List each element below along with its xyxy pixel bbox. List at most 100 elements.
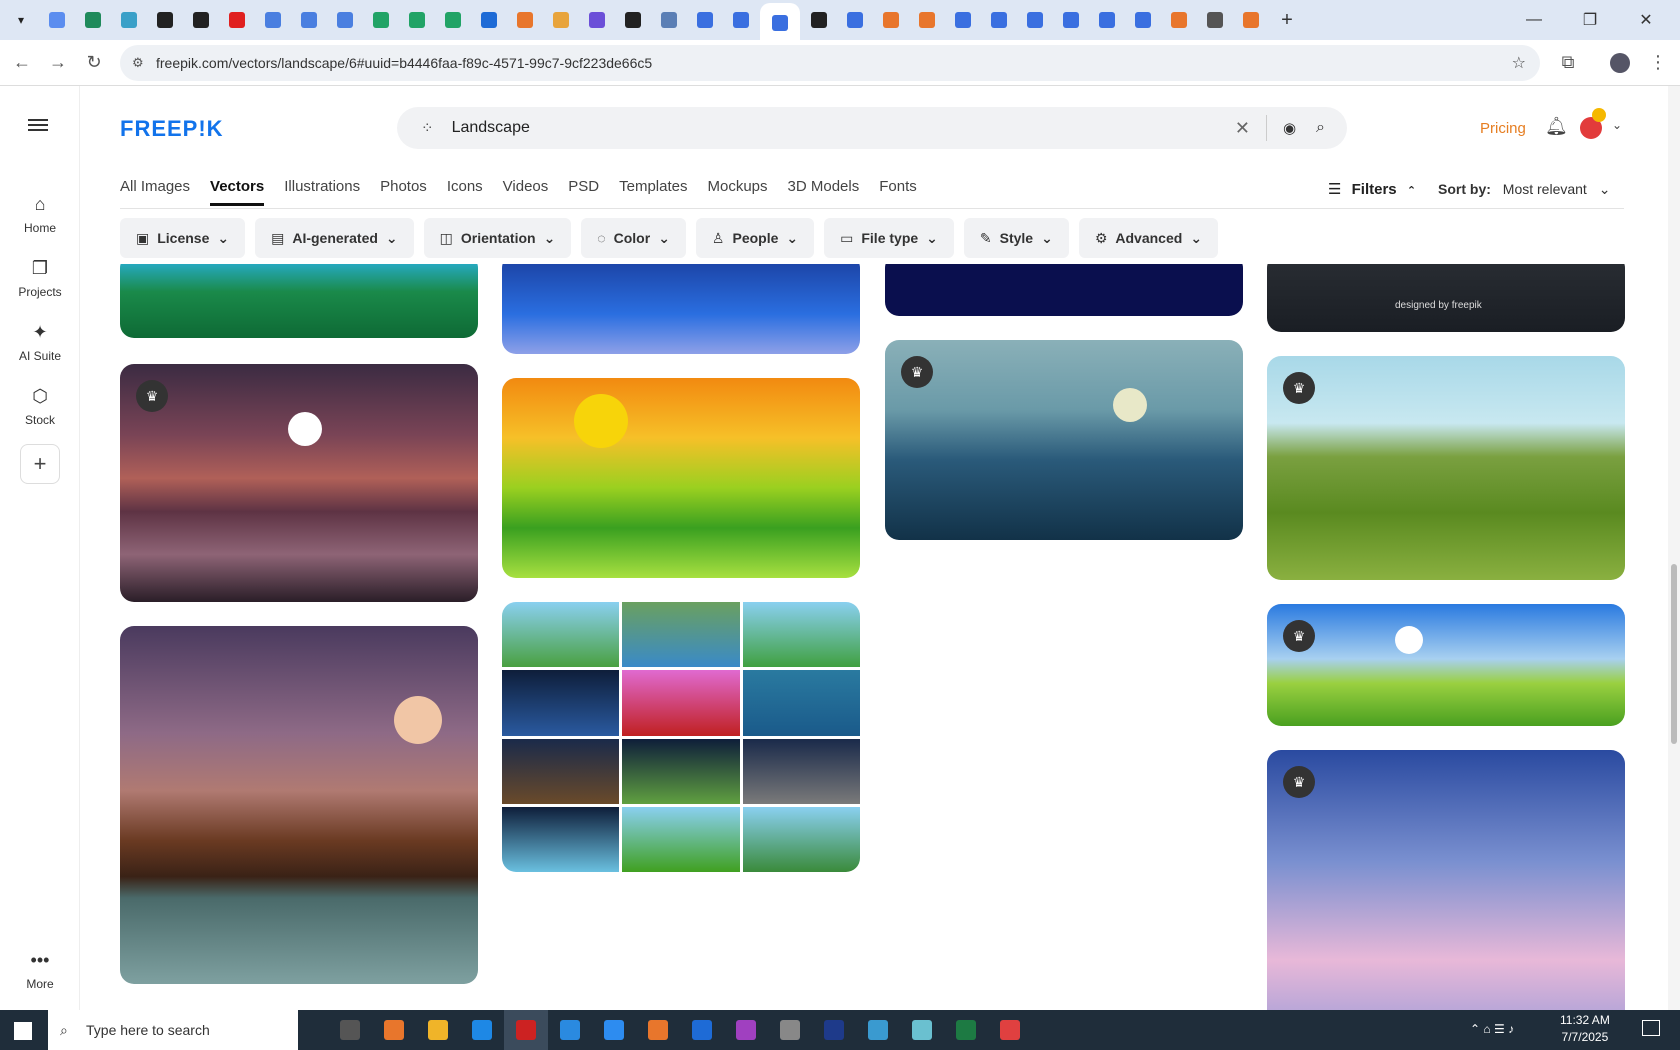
pricing-link[interactable]: Pricing — [1480, 120, 1526, 137]
browser-tab[interactable] — [436, 3, 470, 37]
taskbar-app-icon[interactable] — [680, 1010, 724, 1050]
browser-tab[interactable] — [544, 3, 578, 37]
image-card-meadow[interactable]: ♛ — [1267, 604, 1625, 726]
search-icon[interactable]: ⌕ — [1316, 119, 1325, 137]
sidebar-item-stock[interactable]: ⬡ Stock — [0, 386, 80, 427]
image-card-sunset-lake[interactable]: ♛ — [120, 364, 478, 602]
taskbar-app-icon[interactable] — [548, 1010, 592, 1050]
filter-orientation[interactable]: ◫ Orientation ⌄ — [423, 218, 572, 258]
scroll-thumb[interactable] — [1671, 564, 1677, 744]
category-tab[interactable]: PSD — [568, 178, 599, 206]
filter-people[interactable]: ♙ People ⌄ — [695, 218, 815, 258]
image-card-blue-mountains[interactable]: ♛ — [885, 340, 1243, 540]
freepik-logo[interactable]: FREEP!K — [120, 116, 224, 142]
camera-search-icon[interactable]: ◉ — [1283, 119, 1296, 137]
image-card-forest[interactable] — [120, 264, 478, 338]
browser-tab[interactable] — [652, 3, 686, 37]
sidebar-item-more[interactable]: ••• More — [0, 950, 80, 991]
site-info-icon[interactable]: ⚙ — [132, 55, 144, 71]
taskbar-app-icon[interactable] — [768, 1010, 812, 1050]
sidebar-item-projects[interactable]: ❐ Projects — [0, 258, 80, 299]
browser-tab[interactable] — [1234, 3, 1268, 37]
browser-tab[interactable] — [1126, 3, 1160, 37]
taskbar-app-icon[interactable] — [900, 1010, 944, 1050]
browser-tab[interactable] — [946, 3, 980, 37]
taskbar-clock[interactable]: 11:32 AM 7/7/2025 — [1560, 1012, 1610, 1046]
search-bar[interactable]: ⁘ Landscape ✕ ◉ ⌕ — [397, 107, 1347, 149]
browser-tab[interactable] — [616, 3, 650, 37]
taskbar-app-icon[interactable] — [636, 1010, 680, 1050]
filter-file-type[interactable]: ▭ File type ⌄ — [824, 218, 954, 258]
new-tab-button[interactable]: + — [1270, 3, 1304, 37]
browser-tab[interactable] — [220, 3, 254, 37]
maximize-button[interactable]: ❐ — [1562, 0, 1618, 40]
bookmark-star-icon[interactable]: ☆ — [1512, 53, 1526, 73]
browser-tab[interactable] — [472, 3, 506, 37]
category-tab[interactable]: Vectors — [210, 178, 265, 206]
image-card-dark-forest[interactable]: designed by freepik — [1267, 264, 1625, 332]
browser-tab[interactable] — [184, 3, 218, 37]
browser-tab[interactable] — [1018, 3, 1052, 37]
reload-button[interactable]: ↻ — [76, 45, 112, 81]
browser-tab[interactable] — [580, 3, 614, 37]
category-tab[interactable]: Icons — [447, 178, 483, 206]
image-card-seaside[interactable] — [502, 264, 860, 354]
taskbar-app-icon[interactable] — [812, 1010, 856, 1050]
browser-tab[interactable] — [328, 3, 362, 37]
filter-license[interactable]: ▣ License ⌄ — [120, 218, 246, 258]
browser-tab[interactable] — [1162, 3, 1196, 37]
filters-toggle[interactable]: ☰ Filters ⌃ — [1328, 180, 1416, 198]
notification-bell-icon[interactable]: 🔔︎ — [1545, 116, 1568, 137]
taskbar-app-icon[interactable] — [988, 1010, 1032, 1050]
category-tab[interactable]: Mockups — [707, 178, 767, 206]
category-tab[interactable]: Templates — [619, 178, 687, 206]
browser-tab[interactable] — [256, 3, 290, 37]
browser-menu-icon[interactable]: ⋮ — [1640, 45, 1676, 81]
browser-tab[interactable] — [508, 3, 542, 37]
image-card-green-hills[interactable] — [502, 378, 860, 578]
url-field[interactable]: ⚙ freepik.com/vectors/landscape/6#uuid=b… — [120, 45, 1540, 81]
taskbar-app-icon[interactable] — [460, 1010, 504, 1050]
browser-tab[interactable] — [724, 3, 758, 37]
taskbar-app-icon[interactable] — [592, 1010, 636, 1050]
hamburger-menu-icon[interactable] — [28, 116, 48, 134]
category-tab[interactable]: Fonts — [879, 178, 917, 206]
add-icon[interactable]: + — [20, 444, 60, 484]
category-tab[interactable]: Illustrations — [284, 178, 360, 206]
taskbar-app-icon[interactable] — [416, 1010, 460, 1050]
filter-advanced[interactable]: ⚙ Advanced ⌄ — [1078, 218, 1219, 258]
image-card-valley-road[interactable]: ♛ — [1267, 356, 1625, 580]
sidebar-item-home[interactable]: ⌂ Home — [0, 194, 80, 235]
browser-tab[interactable] — [910, 3, 944, 37]
category-tab[interactable]: Photos — [380, 178, 427, 206]
notification-center-icon[interactable] — [1642, 1020, 1660, 1036]
taskbar-app-icon[interactable] — [856, 1010, 900, 1050]
taskbar-app-icon[interactable] — [724, 1010, 768, 1050]
clear-search-icon[interactable]: ✕ — [1235, 118, 1250, 139]
back-button[interactable]: ← — [4, 45, 40, 81]
category-tab[interactable]: 3D Models — [788, 178, 860, 206]
taskbar-app-icon[interactable] — [944, 1010, 988, 1050]
search-mode-icon[interactable]: ⁘ — [421, 119, 434, 137]
search-input[interactable]: Landscape — [452, 119, 1235, 137]
browser-tab[interactable] — [1090, 3, 1124, 37]
image-card-night-forest[interactable] — [120, 626, 478, 984]
filter-style[interactable]: ✎ Style ⌄ — [963, 218, 1069, 258]
browser-tab[interactable] — [982, 3, 1016, 37]
sort-dropdown[interactable]: Sort by: Most relevant ⌄ — [1438, 181, 1610, 198]
tab-search-dropdown[interactable]: ▾ — [4, 3, 38, 37]
browser-tab[interactable] — [802, 3, 836, 37]
taskbar-app-icon[interactable] — [504, 1010, 548, 1050]
extensions-icon[interactable]: ⧉ — [1550, 45, 1586, 81]
browser-tab[interactable] — [874, 3, 908, 37]
browser-tab[interactable] — [1198, 3, 1232, 37]
browser-tab[interactable] — [688, 3, 722, 37]
category-tab[interactable]: All Images — [120, 178, 190, 206]
browser-tab[interactable] — [838, 3, 872, 37]
browser-tab[interactable] — [364, 3, 398, 37]
profile-avatar[interactable] — [1602, 45, 1638, 81]
filter-ai-generated[interactable]: ▤ AI-generated ⌄ — [255, 218, 414, 258]
sidebar-item-ai-suite[interactable]: ✦ AI Suite — [0, 322, 80, 363]
filter-color[interactable]: ◌ Color ⌄ — [581, 218, 686, 258]
browser-tab[interactable] — [148, 3, 182, 37]
